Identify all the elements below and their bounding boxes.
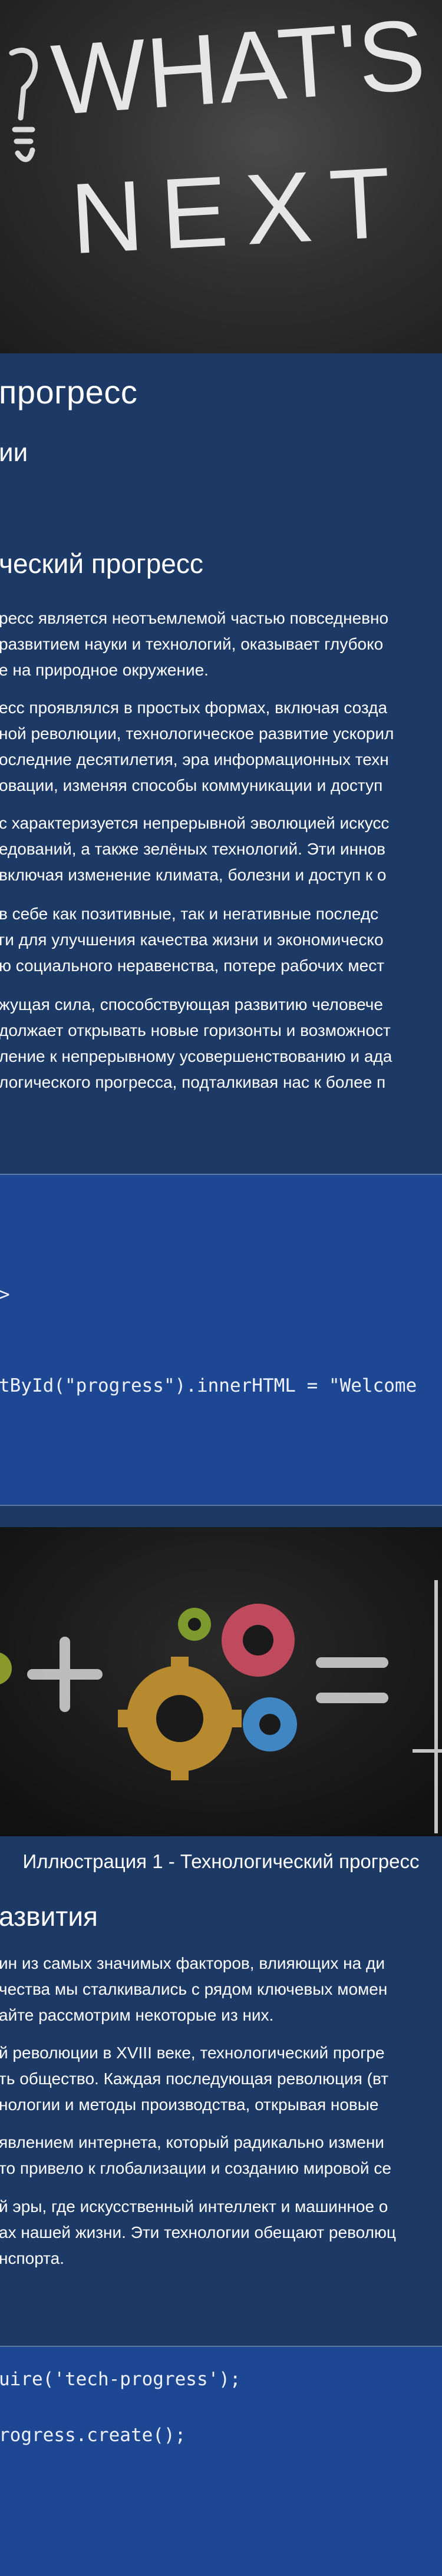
gear-icon bbox=[222, 1604, 295, 1677]
figure-image bbox=[0, 1527, 442, 1836]
section-heading-1: ческий прогресс bbox=[0, 548, 203, 579]
hero-chalk-line1: WHAT'S bbox=[48, 0, 428, 136]
gear-icon bbox=[178, 1608, 211, 1641]
paragraph-8: явлением интернета, который радикально и… bbox=[0, 2133, 391, 2177]
section-heading-2: азвития bbox=[0, 1901, 98, 1932]
code-line: rogress.create(); bbox=[0, 2425, 186, 2446]
paragraph-9: й эры, где искусственный интеллект и маш… bbox=[0, 2197, 396, 2267]
chalkboard-illustration: WHAT'S NEXT bbox=[9, 0, 428, 276]
page-subtitle: ии bbox=[0, 438, 28, 467]
code-line: > bbox=[0, 1284, 10, 1305]
figure-caption: Иллюстрация 1 - Технологический прогресс bbox=[22, 1850, 420, 1872]
gear-icon bbox=[243, 1697, 297, 1751]
hero-chalk-line2: NEXT bbox=[68, 146, 411, 276]
paragraph-1: ресс является неотъемлемой частью повсед… bbox=[0, 609, 389, 679]
paragraph-3: с характеризуется непрерывной эволюцией … bbox=[0, 814, 390, 884]
code-line: tById("progress").innerHTML = "Welcome bbox=[0, 1375, 417, 1396]
page-title: прогресс bbox=[0, 373, 138, 410]
hero-image: WHAT'S NEXT bbox=[0, 0, 442, 353]
code-line: uire('tech-progress'); bbox=[0, 2369, 241, 2390]
paragraph-7: й революции в XVIII веке, технологически… bbox=[0, 2044, 389, 2114]
code-block-1 bbox=[0, 1175, 442, 1505]
paragraph-4: в себе как позитивные, так и негативные … bbox=[0, 905, 385, 975]
paragraph-2: есс проявлялся в простых формах, включая… bbox=[0, 698, 394, 794]
gears-illustration bbox=[0, 1527, 442, 1836]
spacer bbox=[0, 1506, 442, 1527]
paragraph-6: ин из самых значимых факторов, влияющих … bbox=[0, 1954, 388, 2024]
paragraph-5: жущая сила, способствующая развитию чело… bbox=[0, 995, 392, 1091]
